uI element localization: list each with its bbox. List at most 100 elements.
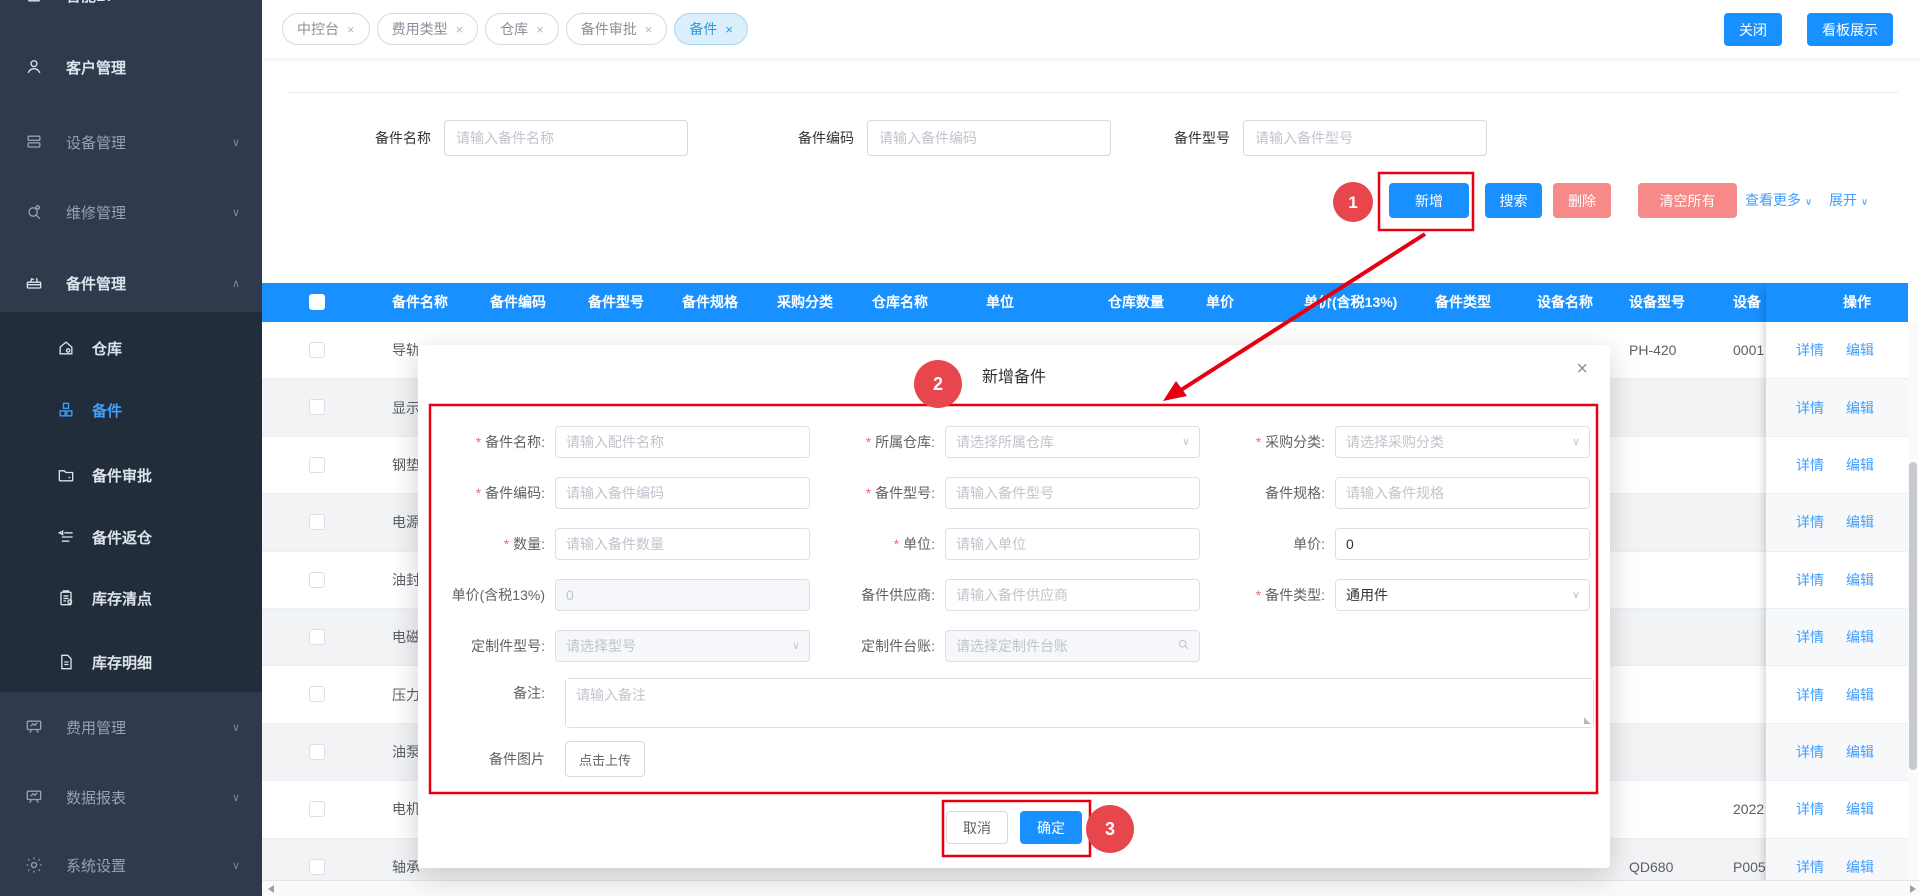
scroll-right-arrow-icon[interactable] [1910, 885, 1916, 893]
list-return-icon [56, 527, 76, 547]
close-icon[interactable]: × [347, 22, 355, 37]
close-icon[interactable]: × [536, 22, 544, 37]
sidebar-item-spareparts-mgmt[interactable]: 备件管理 ∧ [0, 255, 262, 311]
edit-link[interactable]: 编辑 [1846, 398, 1874, 418]
sidebar-item-system-settings[interactable]: 系统设置 ∨ [0, 837, 262, 893]
unit-field[interactable] [945, 528, 1200, 560]
expand-link[interactable]: 展开 ∨ [1829, 183, 1868, 218]
row-checkbox[interactable] [309, 514, 325, 530]
upload-button[interactable]: 点击上传 [565, 741, 645, 777]
row-checkbox[interactable] [309, 859, 325, 875]
part-type-select[interactable]: 通用件∨ [1335, 579, 1590, 611]
vertical-scrollbar-thumb[interactable] [1909, 462, 1917, 770]
edit-link[interactable]: 编辑 [1846, 799, 1874, 819]
unit-price-tax-field [555, 579, 810, 611]
sidebar-item-repair-mgmt[interactable]: 维修管理 ∨ [0, 184, 262, 240]
tab-spareparts-approval[interactable]: 备件审批× [566, 13, 668, 45]
edit-link[interactable]: 编辑 [1846, 570, 1874, 590]
person-icon [24, 57, 44, 77]
row-checkbox[interactable] [309, 457, 325, 473]
sidebar-item-data-report[interactable]: 数据报表 ∨ [0, 769, 262, 825]
close-page-button[interactable]: 关闭 [1724, 13, 1782, 46]
part-model-input[interactable] [1243, 120, 1487, 156]
confirm-button[interactable]: 确定 [1020, 811, 1082, 844]
part-model-field[interactable] [945, 477, 1200, 509]
warehouse-select[interactable]: 请选择所属仓库∨ [945, 426, 1200, 458]
board-display-button[interactable]: 看板展示 [1807, 13, 1893, 46]
sidebar-item-smart-bi[interactable]: 智能BI [0, 0, 262, 23]
resize-handle-icon[interactable]: ◢ [1584, 715, 1591, 726]
part-name-input[interactable] [444, 120, 688, 156]
sidebar-item-expense-mgmt[interactable]: 费用管理 ∨ [0, 699, 262, 755]
detail-link[interactable]: 详情 [1796, 799, 1824, 819]
edit-link[interactable]: 编辑 [1846, 627, 1874, 647]
close-icon[interactable]: × [725, 22, 733, 37]
scroll-left-arrow-icon[interactable] [268, 885, 274, 893]
detail-link[interactable]: 详情 [1796, 627, 1824, 647]
row-checkbox[interactable] [309, 629, 325, 645]
detail-link[interactable]: 详情 [1796, 455, 1824, 475]
cancel-button[interactable]: 取消 [946, 811, 1008, 844]
close-icon[interactable]: × [645, 22, 653, 37]
detail-link[interactable]: 详情 [1796, 512, 1824, 532]
row-checkbox[interactable] [309, 686, 325, 702]
tab-spareparts[interactable]: 备件× [674, 13, 748, 45]
edit-link[interactable]: 编辑 [1846, 742, 1874, 762]
edit-link[interactable]: 编辑 [1846, 857, 1874, 877]
part-spec-field[interactable] [1335, 477, 1590, 509]
horizontal-scrollbar[interactable] [262, 880, 1920, 896]
sidebar-item-customer-mgmt[interactable]: 客户管理 [0, 39, 262, 95]
field-label-unit-price-tax: 单价(含税13%) [430, 585, 555, 605]
detail-link[interactable]: 详情 [1796, 857, 1824, 877]
part-code-input[interactable] [867, 120, 1111, 156]
sidebar-item-spareparts-return[interactable]: 备件返仓 [0, 509, 262, 565]
sidebar-item-warehouse[interactable]: 仓库 [0, 320, 262, 376]
sidebar-item-spareparts[interactable]: 备件 [0, 382, 262, 438]
home-gear-icon [56, 338, 76, 358]
edit-link[interactable]: 编辑 [1846, 512, 1874, 532]
edit-link[interactable]: 编辑 [1846, 685, 1874, 705]
row-checkbox[interactable] [309, 801, 325, 817]
row-checkbox[interactable] [309, 572, 325, 588]
detail-link[interactable]: 详情 [1796, 742, 1824, 762]
col-header-unit-price: 单价 [1206, 283, 1234, 322]
field-label-custom-model: 定制件型号: [430, 636, 555, 656]
tab-warehouse[interactable]: 仓库× [485, 13, 559, 45]
sidebar-item-inventory-check[interactable]: 库存清点 [0, 570, 262, 626]
field-label-part-model: 备件型号: [820, 483, 945, 503]
modal-close-icon[interactable]: × [1576, 359, 1588, 379]
detail-link[interactable]: 详情 [1796, 685, 1824, 705]
view-more-link[interactable]: 查看更多 ∨ [1745, 183, 1812, 218]
unit-price-field[interactable] [1335, 528, 1590, 560]
chevron-down-icon: ∨ [232, 791, 240, 804]
quantity-field[interactable] [555, 528, 810, 560]
row-checkbox[interactable] [309, 342, 325, 358]
close-icon[interactable]: × [456, 22, 464, 37]
row-checkbox[interactable] [309, 399, 325, 415]
part-code-field[interactable] [555, 477, 810, 509]
edit-link[interactable]: 编辑 [1846, 340, 1874, 360]
select-all-checkbox[interactable] [309, 294, 325, 310]
edit-link[interactable]: 编辑 [1846, 455, 1874, 475]
field-label-part-type: 备件类型: [1210, 585, 1335, 605]
sidebar-item-spareparts-approval[interactable]: 备件审批 [0, 447, 262, 503]
vertical-scrollbar[interactable] [1908, 322, 1918, 880]
clear-all-button[interactable]: 清空所有 [1638, 183, 1737, 218]
add-button[interactable]: 新增 [1389, 183, 1469, 218]
purchase-category-select[interactable]: 请选择采购分类∨ [1335, 426, 1590, 458]
detail-link[interactable]: 详情 [1796, 398, 1824, 418]
search-button[interactable]: 搜索 [1485, 183, 1542, 218]
row-operations: 详情 编辑 [1766, 379, 1908, 436]
note-textarea[interactable] [566, 679, 1593, 727]
detail-link[interactable]: 详情 [1796, 340, 1824, 360]
tab-expense-type[interactable]: 费用类型× [377, 13, 479, 45]
delete-button[interactable]: 删除 [1553, 183, 1611, 218]
part-name-field[interactable] [555, 426, 810, 458]
row-checkbox[interactable] [309, 744, 325, 760]
sidebar-item-inventory-detail[interactable]: 库存明细 [0, 634, 262, 690]
tab-console[interactable]: 中控台× [282, 13, 370, 45]
sidebar-item-device-mgmt[interactable]: 设备管理 ∨ [0, 114, 262, 170]
supplier-field[interactable] [945, 579, 1200, 611]
col-header-operations: 操作 [1766, 283, 1908, 322]
detail-link[interactable]: 详情 [1796, 570, 1824, 590]
